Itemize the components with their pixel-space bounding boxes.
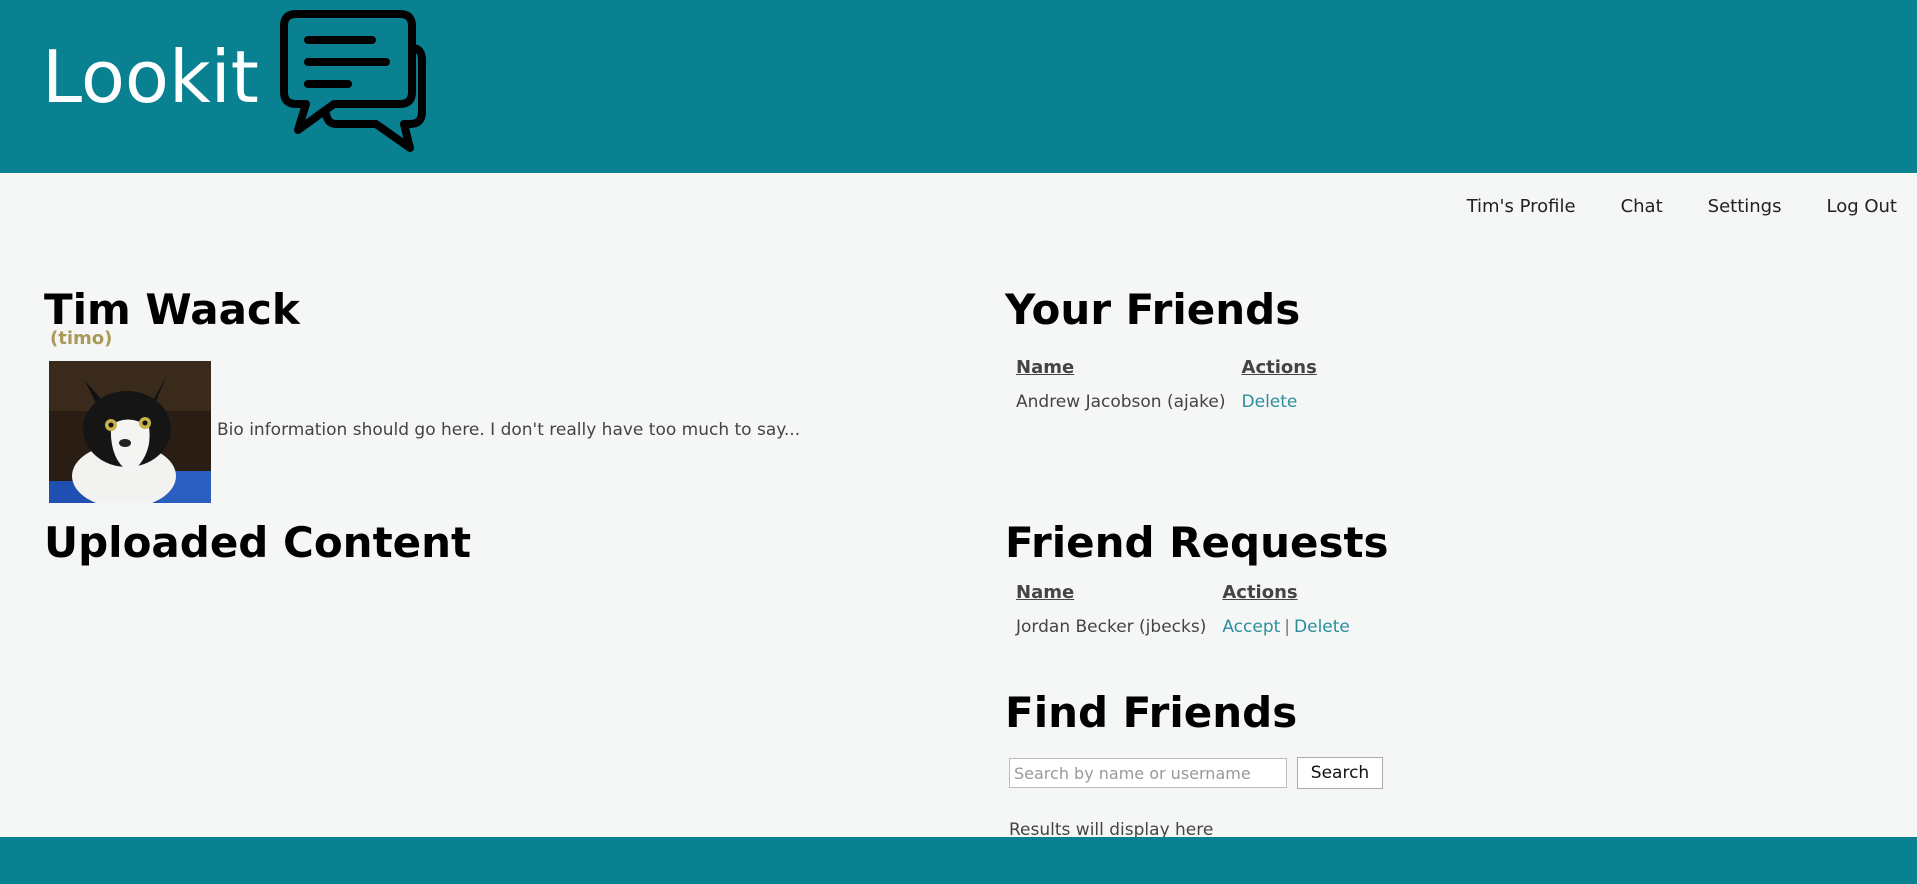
page: Lookit Tim's Profile Chat Settings Log O… (0, 0, 1917, 884)
action-separator: | (1284, 617, 1291, 637)
friends-actions-header: Actions (1241, 357, 1317, 378)
profile-username: (timo) (50, 328, 113, 349)
search-button[interactable]: Search (1297, 757, 1383, 789)
friend-search-input[interactable] (1009, 758, 1287, 788)
delete-friend-link[interactable]: Delete (1242, 392, 1298, 412)
delete-request-link[interactable]: Delete (1294, 617, 1350, 637)
top-nav: Tim's Profile Chat Settings Log Out (1467, 196, 1897, 217)
requests-name-header: Name (1016, 582, 1075, 603)
chat-bubbles-icon (280, 10, 426, 152)
nav-settings-link[interactable]: Settings (1708, 196, 1782, 217)
friend-requests-title: Friend Requests (1005, 518, 1389, 567)
nav-profile-link[interactable]: Tim's Profile (1467, 196, 1576, 217)
table-row: Andrew Jacobson (ajake) Delete (1016, 386, 1333, 412)
friends-table: Name Actions Andrew Jacobson (ajake) Del… (1016, 357, 1333, 412)
nav-chat-link[interactable]: Chat (1621, 196, 1663, 217)
cat-photo (49, 361, 211, 503)
brand-name[interactable]: Lookit (42, 30, 259, 124)
site-header: Lookit (0, 0, 1917, 173)
avatar (49, 361, 211, 503)
site-footer (0, 837, 1917, 884)
nav-logout-link[interactable]: Log Out (1826, 196, 1897, 217)
table-row: Jordan Becker (jbecks) Accept | Delete (1016, 611, 1366, 637)
uploaded-content-title: Uploaded Content (44, 518, 472, 567)
your-friends-title: Your Friends (1005, 285, 1301, 334)
accept-request-link[interactable]: Accept (1222, 617, 1280, 637)
request-name: Jordan Becker (jbecks) (1016, 617, 1207, 637)
find-friends-title: Find Friends (1005, 688, 1298, 737)
profile-name: Tim Waack (44, 285, 300, 334)
requests-table: Name Actions Jordan Becker (jbecks) Acce… (1016, 582, 1366, 637)
request-actions: Accept | Delete (1222, 611, 1366, 637)
requests-actions-header: Actions (1222, 582, 1298, 603)
friend-name: Andrew Jacobson (ajake) (1016, 392, 1226, 412)
friend-actions: Delete (1242, 386, 1333, 412)
friends-name-header: Name (1016, 357, 1075, 378)
profile-bio: Bio information should go here. I don't … (217, 420, 801, 440)
